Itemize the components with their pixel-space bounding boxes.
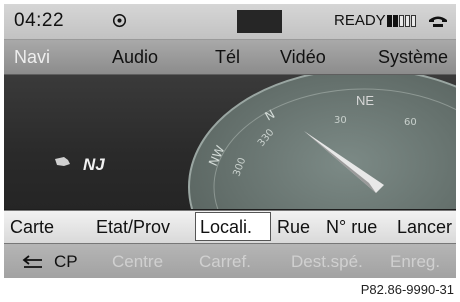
- signal-strength-icon: [387, 15, 417, 27]
- sub-menu-lancer[interactable]: Lancer: [397, 217, 452, 238]
- sub-menu: Carte Etat/Prov Locali. Rue N° rue Lance…: [4, 210, 456, 244]
- svg-text:30: 30: [334, 115, 347, 126]
- bottom-cp[interactable]: CP: [54, 252, 78, 272]
- bottom-bar: CP Centre Carref. Dest.spé. Enreg.: [4, 244, 456, 278]
- main-menu-navi[interactable]: Navi: [14, 47, 50, 68]
- bottom-centre: Centre: [112, 252, 164, 271]
- status-bar: 04:22 READY: [4, 4, 456, 40]
- figure-caption: P82.86-9990-31: [360, 282, 454, 297]
- ready-status: READY: [334, 12, 386, 29]
- compass-graphic: 30 60 330 300 N NW: [55, 75, 456, 209]
- current-state-label: NJ: [83, 155, 105, 174]
- sub-menu-etat-prov[interactable]: Etat/Prov: [96, 217, 170, 238]
- phone-icon: [429, 16, 447, 27]
- back-arrow-icon[interactable]: [22, 255, 44, 269]
- bottom-carref: Carref.: [199, 252, 251, 271]
- bottom-dest-spe: Dest.spé.: [291, 252, 363, 271]
- clock: 04:22: [14, 10, 65, 31]
- sub-menu-locali[interactable]: Locali.: [200, 217, 252, 238]
- main-menu-systeme[interactable]: Système: [378, 47, 448, 68]
- main-menu: Navi Audio Tél Vidéo Système: [4, 40, 456, 75]
- sub-menu-carte[interactable]: Carte: [10, 217, 54, 238]
- main-menu-tel[interactable]: Tél: [215, 47, 240, 68]
- svg-text:60: 60: [404, 117, 417, 128]
- satellite-icon: [112, 13, 127, 28]
- main-menu-audio[interactable]: Audio: [112, 47, 158, 68]
- main-menu-video[interactable]: Vidéo: [280, 47, 326, 68]
- sub-menu-rue[interactable]: Rue: [277, 217, 310, 238]
- map-view[interactable]: 30 60 330 300 N NW NE NJ: [4, 75, 456, 209]
- status-indicator-box: [237, 10, 282, 33]
- nav-screen: 04:22 READY Navi Audio Tél Vidéo Système: [4, 4, 456, 278]
- compass-heading: NE: [356, 93, 375, 108]
- bottom-enreg: Enreg.: [390, 252, 441, 271]
- sub-menu-no-rue[interactable]: N° rue: [326, 217, 377, 238]
